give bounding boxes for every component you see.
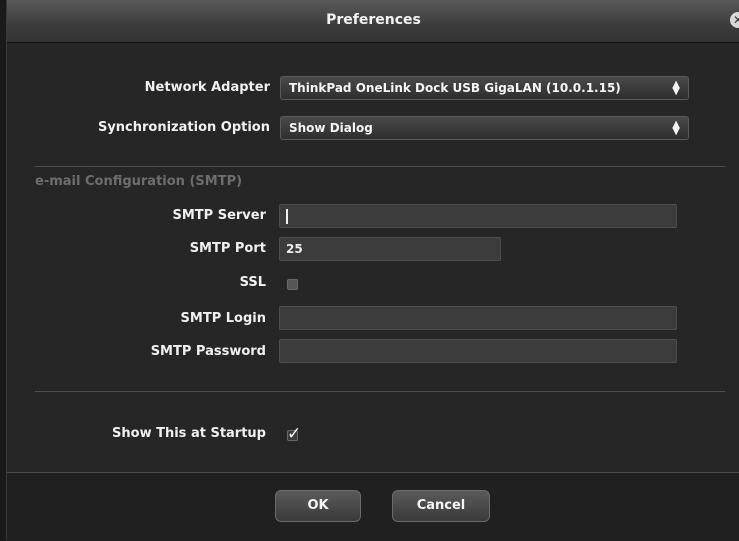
separator	[35, 391, 725, 392]
smtp-login-label: SMTP Login	[180, 311, 266, 326]
smtp-port-label: SMTP Port	[189, 241, 266, 256]
smtp-password-label: SMTP Password	[150, 344, 266, 359]
network-adapter-value: ThinkPad OneLink Dock USB GigaLAN (10.0.…	[289, 81, 621, 95]
smtp-login-input[interactable]	[279, 306, 677, 330]
dialog-title: Preferences	[326, 12, 421, 28]
cancel-button[interactable]: Cancel	[392, 490, 490, 522]
separator	[35, 166, 725, 167]
preferences-dialog: Preferences ✕ Network Adapter ThinkPad O…	[6, 0, 739, 541]
sync-option-value: Show Dialog	[289, 121, 373, 135]
smtp-server-input[interactable]	[279, 204, 677, 228]
smtp-section-title: e-mail Configuration (SMTP)	[35, 174, 243, 189]
ssl-checkbox[interactable]	[287, 279, 298, 290]
ok-button[interactable]: OK	[275, 490, 361, 522]
smtp-password-input[interactable]	[279, 339, 677, 363]
show-at-startup-label: Show This at Startup	[112, 426, 266, 441]
smtp-port-input[interactable]: 25	[279, 237, 501, 261]
title-bar[interactable]: Preferences ✕	[7, 0, 739, 43]
close-icon[interactable]: ✕	[730, 12, 739, 28]
network-adapter-select[interactable]: ThinkPad OneLink Dock USB GigaLAN (10.0.…	[280, 76, 689, 100]
sync-option-select[interactable]: Show Dialog ▲ ▼	[280, 116, 689, 140]
sync-option-label: Synchronization Option	[97, 120, 270, 135]
select-arrows-icon: ▲ ▼	[672, 119, 680, 137]
network-adapter-label: Network Adapter	[144, 80, 270, 95]
dialog-footer: OK Cancel	[7, 472, 739, 541]
select-arrows-icon: ▲ ▼	[672, 79, 680, 97]
checkmark-icon: ✓	[287, 424, 302, 444]
text-caret	[286, 209, 288, 224]
show-at-startup-checkbox[interactable]: ✓	[287, 424, 301, 444]
ssl-label: SSL	[239, 275, 266, 290]
smtp-server-label: SMTP Server	[172, 208, 266, 223]
